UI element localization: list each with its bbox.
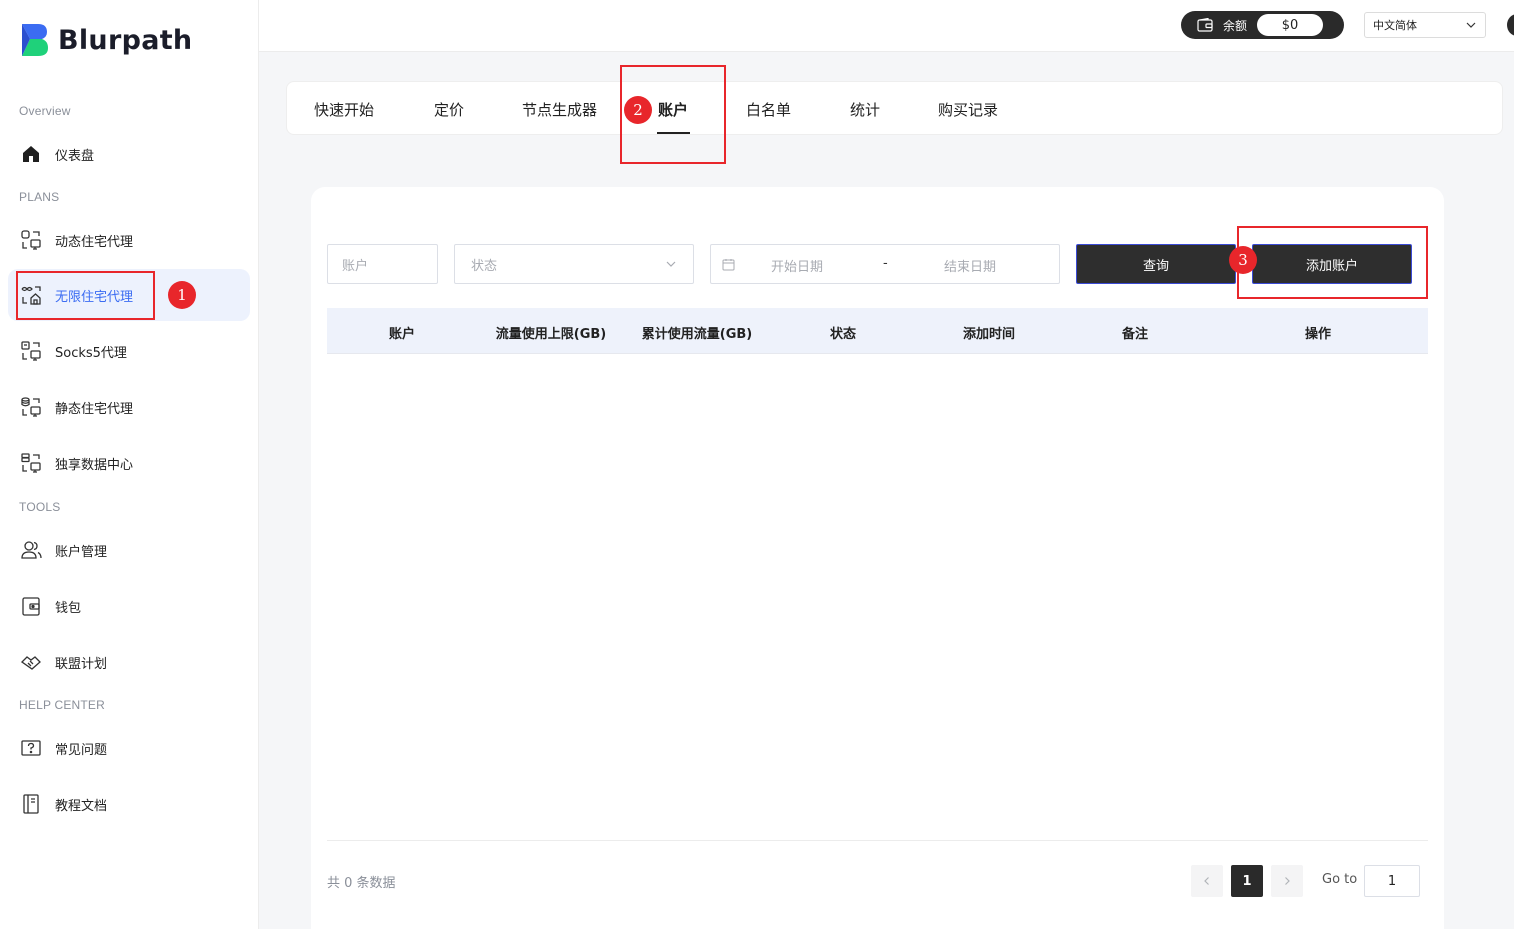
top-header: 余额 $0 中文简体 <box>259 0 1514 52</box>
sidebar-item-socks5[interactable]: Socks5代理 <box>8 325 250 377</box>
sidebar-item-affiliate[interactable]: 联盟计划 <box>8 636 250 688</box>
sidebar-item-label: 常见问题 <box>55 742 108 758</box>
highlight-box-step3 <box>1237 226 1428 299</box>
language-value: 中文简体 <box>1373 19 1417 32</box>
sidebar-item-datacenter[interactable]: 独享数据中心 <box>8 437 250 489</box>
avatar[interactable] <box>1507 14 1514 36</box>
sidebar-item-label: Socks5代理 <box>55 345 127 361</box>
step-badge-3: 3 <box>1229 246 1257 274</box>
home-icon <box>19 142 43 166</box>
goto-page-input[interactable]: 1 <box>1364 865 1420 897</box>
sidebar-item-label: 钱包 <box>55 600 82 616</box>
prev-page-button[interactable] <box>1191 865 1223 897</box>
total-count: 共 0 条数据 <box>327 876 396 891</box>
accounts-table-header: 账户 流量使用上限(GB) 累计使用流量(GB) 状态 添加时间 备注 操作 <box>327 308 1428 354</box>
sidebar: Blurpath Overview 仪表盘 PLANS 动态住宅代理 无限住宅代… <box>0 0 259 929</box>
date-range-picker[interactable]: 开始日期 - 结束日期 <box>710 244 1060 284</box>
balance-value: $0 <box>1257 14 1324 36</box>
tab-bar <box>286 81 1503 135</box>
sidebar-item-label: 独享数据中心 <box>55 457 134 473</box>
handshake-icon <box>19 650 43 674</box>
column-header-remark: 备注 <box>1121 327 1149 342</box>
step-badge-1: 1 <box>168 281 196 309</box>
calendar-icon <box>722 258 735 275</box>
chevron-down-icon <box>665 258 677 274</box>
date-separator: - <box>883 256 888 271</box>
page-number-current[interactable]: 1 <box>1231 865 1263 897</box>
section-overview: Overview <box>19 104 71 118</box>
sidebar-item-wallet[interactable]: 钱包 <box>8 580 250 632</box>
section-help-center: HELP CENTER <box>19 698 106 712</box>
chevron-left-icon <box>1204 877 1209 885</box>
status-select[interactable]: 状态 <box>454 244 694 284</box>
step-badge-2: 2 <box>624 96 652 124</box>
sidebar-item-account-management[interactable]: 账户管理 <box>8 524 250 576</box>
brand-name: Blurpath <box>58 24 193 56</box>
table-bottom-divider <box>327 840 1428 841</box>
highlight-box-step1 <box>16 271 155 320</box>
goto-label: Go to <box>1322 872 1358 887</box>
sidebar-item-label: 教程文档 <box>55 798 108 814</box>
socks5-icon <box>19 339 43 363</box>
chevron-down-icon <box>1465 19 1477 34</box>
chevron-right-icon <box>1285 877 1290 885</box>
tab-whitelist[interactable]: 白名单 <box>746 99 791 120</box>
sidebar-item-dynamic-residential[interactable]: 动态住宅代理 <box>8 214 250 266</box>
sidebar-item-label: 联盟计划 <box>55 656 108 672</box>
next-page-button[interactable] <box>1271 865 1303 897</box>
sidebar-item-docs[interactable]: 教程文档 <box>8 778 250 830</box>
tab-pricing[interactable]: 定价 <box>434 99 464 120</box>
column-header-traffic-used: 累计使用流量(GB) <box>641 327 753 342</box>
end-date-placeholder: 结束日期 <box>944 260 997 275</box>
wallet-icon <box>19 594 43 618</box>
balance-label: 余额 <box>1223 18 1248 33</box>
brand-logo[interactable]: Blurpath <box>20 22 192 58</box>
sidebar-item-static-residential[interactable]: 静态住宅代理 <box>8 381 250 433</box>
query-button[interactable]: 查询 <box>1076 244 1236 284</box>
column-header-traffic-limit: 流量使用上限(GB) <box>495 327 607 342</box>
blurpath-logo-icon <box>20 22 50 58</box>
sidebar-item-label: 仪表盘 <box>55 148 95 164</box>
sidebar-item-label: 动态住宅代理 <box>55 234 134 250</box>
static-proxy-icon <box>19 395 43 419</box>
column-header-account: 账户 <box>388 327 416 342</box>
proxy-network-icon <box>19 228 43 252</box>
language-select[interactable]: 中文简体 <box>1364 12 1486 38</box>
sidebar-item-faq[interactable]: 常见问题 <box>8 722 250 774</box>
balance-pill[interactable]: 余额 $0 <box>1181 11 1344 39</box>
tab-quick-start[interactable]: 快速开始 <box>314 99 374 120</box>
column-header-status: 状态 <box>829 327 857 342</box>
account-placeholder: 账户 <box>342 258 369 274</box>
datacenter-icon <box>19 451 43 475</box>
account-filter-input[interactable]: 账户 <box>327 244 438 284</box>
tab-node-generator[interactable]: 节点生成器 <box>522 99 597 120</box>
wallet-icon <box>1197 18 1213 32</box>
start-date-placeholder: 开始日期 <box>771 260 824 275</box>
section-plans: PLANS <box>19 190 60 204</box>
sidebar-item-dashboard[interactable]: 仪表盘 <box>8 128 250 180</box>
tab-purchase-history[interactable]: 购买记录 <box>938 99 998 120</box>
faq-icon <box>19 736 43 760</box>
users-icon <box>19 538 43 562</box>
book-icon <box>19 792 43 816</box>
sidebar-item-label: 账户管理 <box>55 544 108 560</box>
column-header-actions: 操作 <box>1304 327 1332 342</box>
sidebar-item-label: 静态住宅代理 <box>55 401 134 417</box>
status-placeholder: 状态 <box>471 258 498 274</box>
section-tools: TOOLS <box>19 500 61 514</box>
column-header-added-time: 添加时间 <box>962 327 1016 342</box>
tab-statistics[interactable]: 统计 <box>850 99 880 120</box>
